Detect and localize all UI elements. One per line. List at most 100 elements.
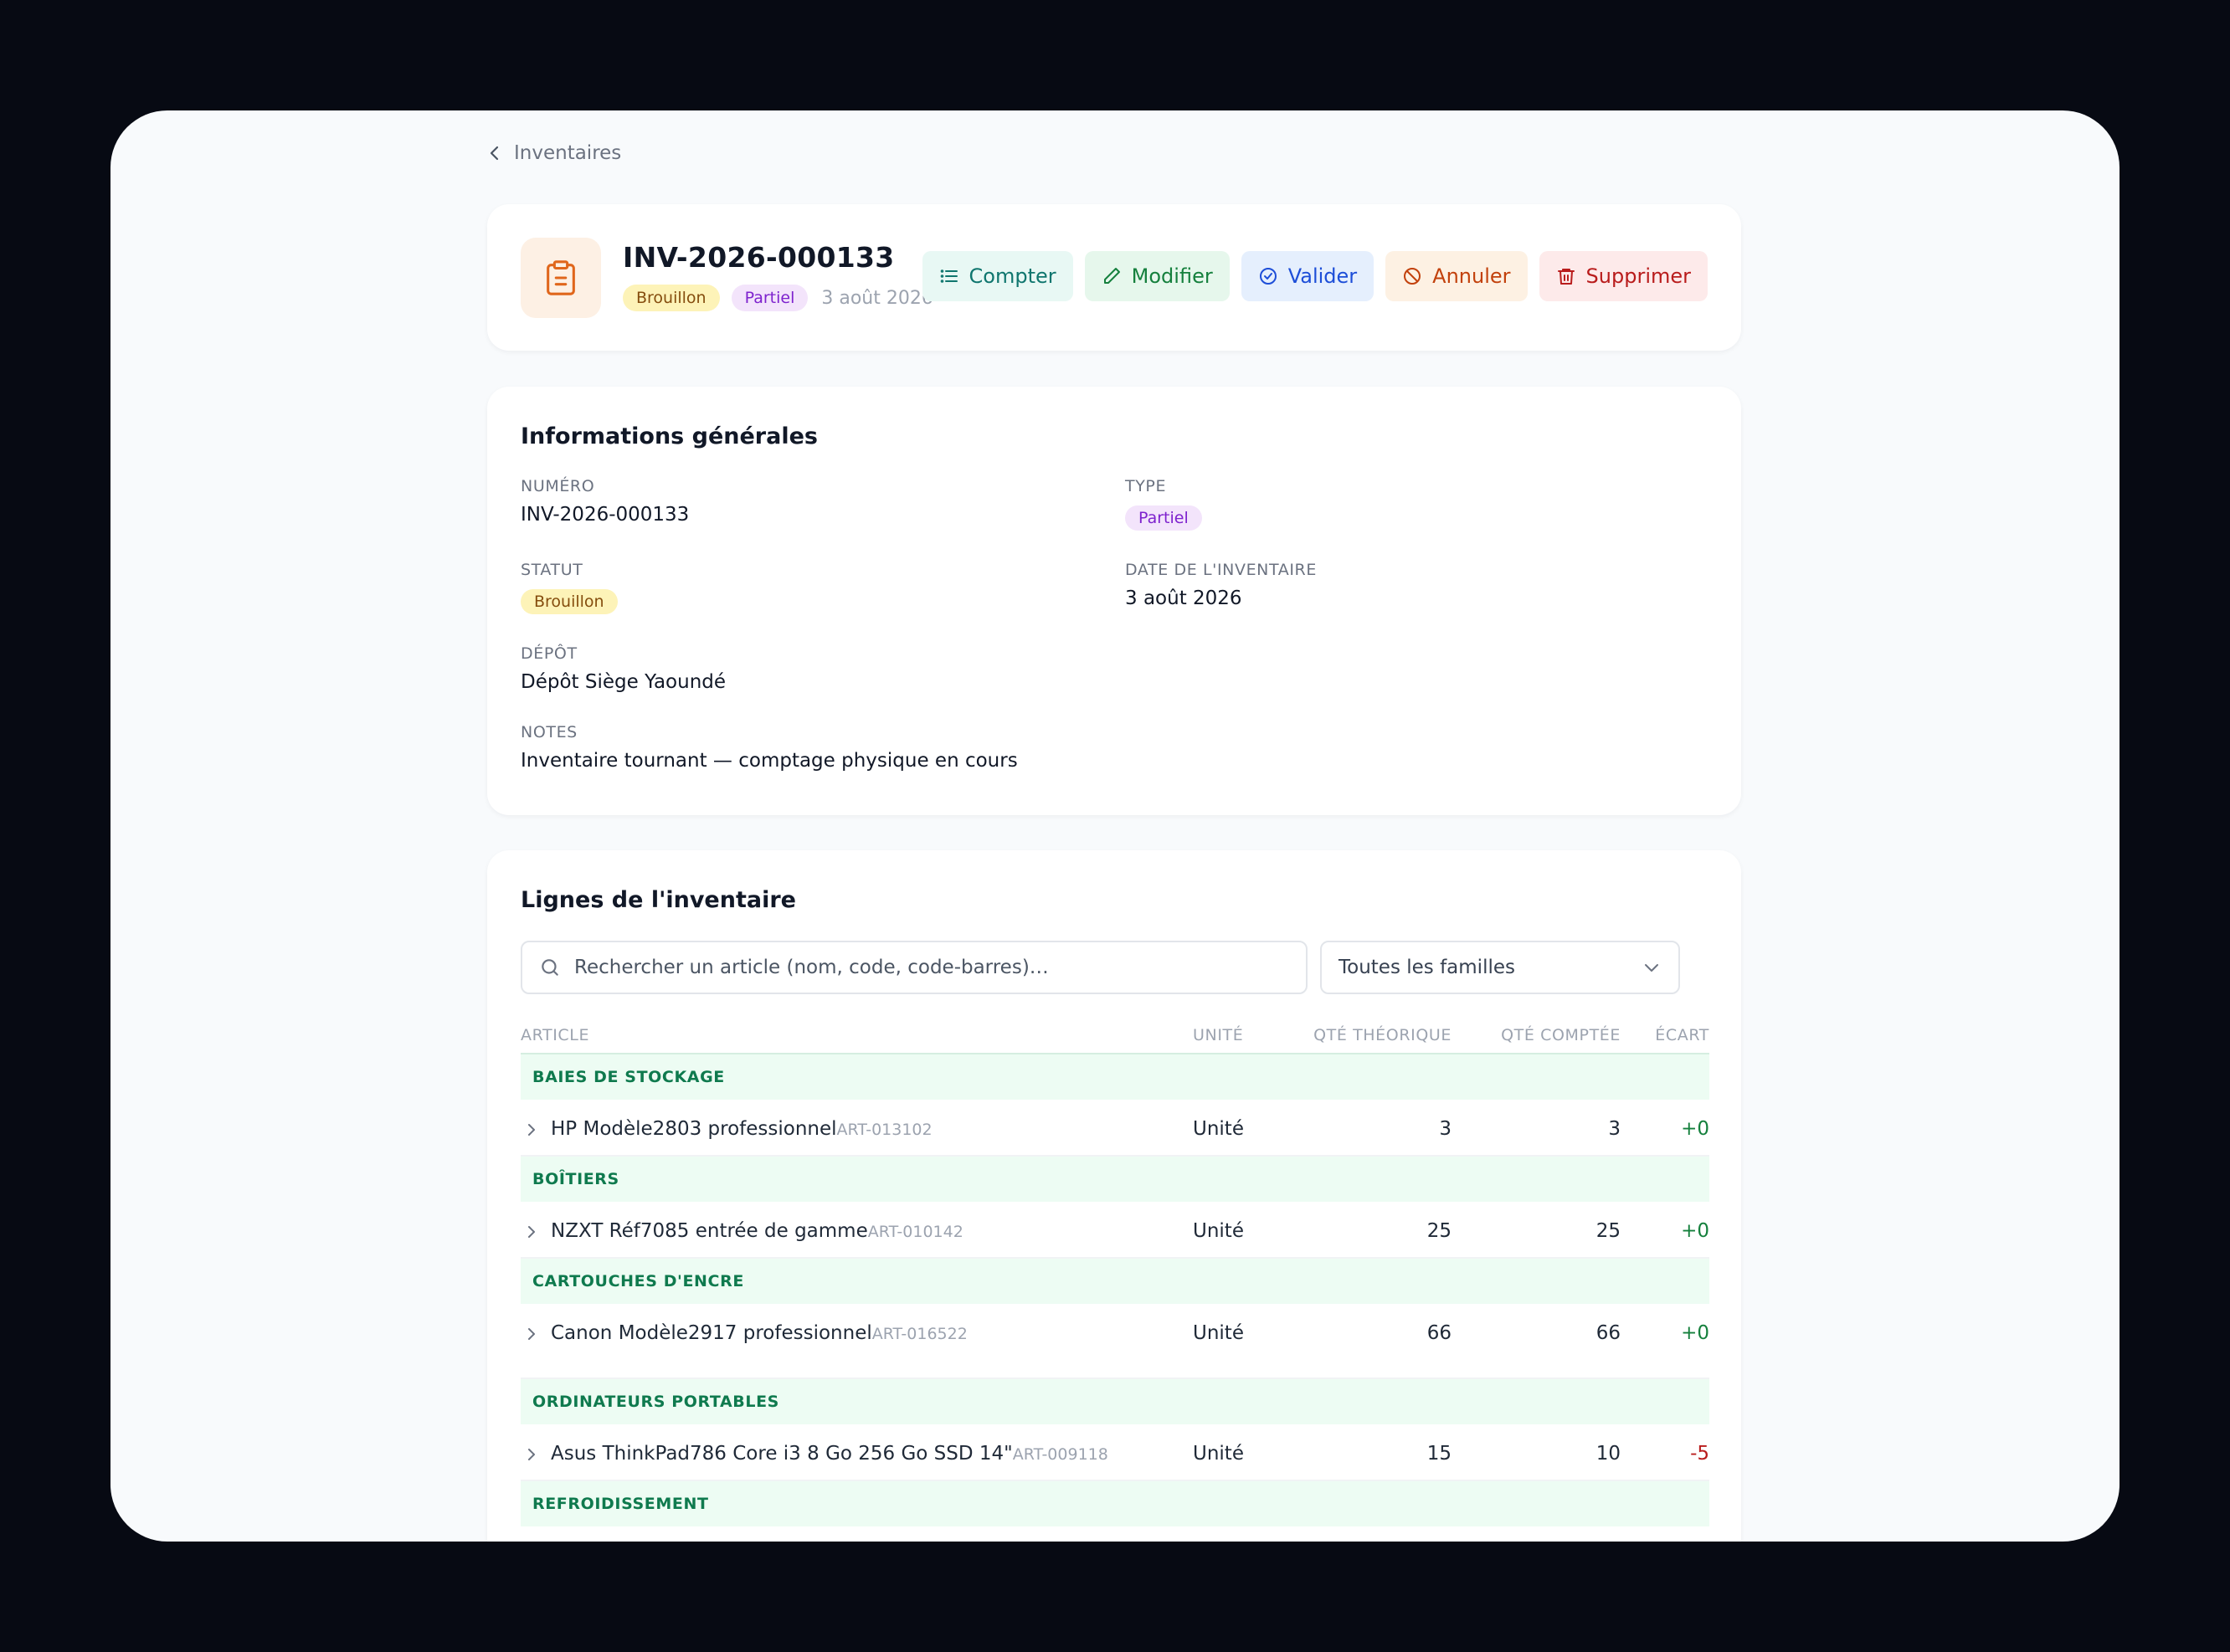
col-unit: UNITÉ [1193,1026,1244,1044]
theoretical-qty-cell: 25 [1426,1220,1452,1242]
depot-field: DÉPÔT Dépôt Siège Yaoundé [521,644,726,693]
breadcrumb-link[interactable]: Inventaires [514,142,621,164]
group-row: BAIES DE STOCKAGE [521,1054,1709,1100]
inventory-date: 3 août 2026 [821,287,933,309]
counted-qty-cell: 25 [1595,1220,1621,1242]
search-icon [542,959,558,976]
validate-button[interactable]: Valider [1241,251,1374,301]
table-row[interactable]: Asus ThinkPad786 Core i3 8 Go 256 Go SSD… [521,1424,1709,1481]
inventory-header-card: INV-2026-000133 Brouillon Partiel 3 août… [487,204,1741,351]
unit-cell: Unité [1193,1322,1244,1344]
theoretical-qty-cell: 3 [1439,1118,1452,1140]
group-label: ORDINATEURS PORTABLES [532,1393,779,1411]
depot-value: Dépôt Siège Yaoundé [521,671,727,693]
delete-button[interactable]: Supprimer [1539,251,1708,301]
group-label: BOÎTIERS [532,1170,619,1188]
header-meta: Brouillon Partiel 3 août 2026 [623,285,933,311]
type-badge: Partiel [731,285,809,311]
statut-label: STATUT [521,561,583,579]
unit-cell: Unité [1193,1443,1244,1465]
theoretical-qty-cell: 66 [1426,1322,1452,1344]
counted-qty-cell: 66 [1595,1322,1621,1344]
article-cell: Asus ThinkPad786 Core i3 8 Go 256 Go SSD… [551,1443,1108,1465]
group-label: BAIES DE STOCKAGE [532,1068,725,1086]
col-theoretical: QTÉ THÉORIQUE [1313,1026,1452,1044]
check-circle-icon [1259,268,1277,285]
clipboard-icon [521,238,601,318]
article-cell: HP Modèle2803 professionnelART-013102 [551,1118,933,1140]
group-row: REFROIDISSEMENT [521,1481,1709,1526]
search-input[interactable]: Rechercher un article (nom, code, code-b… [521,941,1308,994]
app-window: Inventaires INV-2026-000133 Brouillon Pa… [110,110,2120,1542]
theoretical-qty-cell: 15 [1426,1443,1452,1465]
group-label: REFROIDISSEMENT [532,1495,709,1513]
chevron-right-icon[interactable] [526,1122,537,1137]
chevron-right-icon[interactable] [526,1447,537,1462]
gap-cell: -5 [1690,1443,1709,1465]
inventory-table: ARTICLE UNITÉ QTÉ THÉORIQUE QTÉ COMPTÉE … [521,1009,1709,1526]
col-counted: QTÉ COMPTÉE [1501,1026,1621,1044]
gap-cell: +0 [1681,1220,1709,1242]
date-value: 3 août 2026 [1125,587,1242,609]
article-name: HP Modèle2803 professionnel [551,1118,837,1140]
counted-qty-cell: 10 [1595,1443,1621,1465]
type-label: TYPE [1125,477,1167,495]
gap-cell: +0 [1681,1118,1709,1140]
breadcrumb[interactable]: Inventaires [487,142,621,164]
validate-button-label: Valider [1287,264,1358,288]
unit-cell: Unité [1193,1220,1244,1242]
cancel-button-label: Annuler [1432,264,1511,288]
col-gap: ÉCART [1655,1026,1709,1044]
edit-button[interactable]: Modifier [1084,251,1230,301]
notes-label: NOTES [521,723,578,741]
chevron-right-icon[interactable] [526,1326,537,1342]
article-name: Canon Modèle2917 professionnel [551,1322,872,1344]
table-header: ARTICLE UNITÉ QTÉ THÉORIQUE QTÉ COMPTÉE … [521,1009,1709,1054]
search-placeholder: Rechercher un article (nom, code, code-b… [574,957,1049,978]
numero-field: NUMÉRO INV-2026-000133 [521,477,689,526]
ban-icon [1404,268,1421,285]
type-field: TYPE Partiel [1125,477,1202,531]
chevron-left-icon [490,146,499,161]
family-select[interactable]: Toutes les familles [1320,941,1680,994]
depot-label: DÉPÔT [521,644,578,663]
statut-field: STATUT Brouillon [521,561,618,614]
count-button-label: Compter [969,264,1056,288]
table-row[interactable]: NZXT Réf7085 entrée de gammeART-010142 U… [521,1202,1709,1259]
edit-button-label: Modifier [1131,264,1213,288]
list-icon [940,269,958,283]
numero-label: NUMÉRO [521,477,595,495]
article-code: ART-016522 [871,1325,968,1343]
page-title: INV-2026-000133 [623,241,895,274]
col-article: ARTICLE [521,1026,590,1044]
delete-button-label: Supprimer [1585,264,1691,288]
family-select-value: Toutes les familles [1339,957,1515,978]
chevron-right-icon[interactable] [526,1224,537,1239]
chevron-down-icon [1645,964,1658,972]
table-row[interactable]: HP Modèle2803 professionnelART-013102 Un… [521,1100,1709,1157]
status-badge: Brouillon [623,285,720,311]
pencil-icon [1103,268,1120,284]
group-label: CARTOUCHES D'ENCRE [532,1272,744,1290]
gap-cell: +0 [1681,1322,1709,1344]
group-row: CARTOUCHES D'ENCRE [521,1259,1709,1304]
date-label: DATE DE L'INVENTAIRE [1125,561,1317,579]
counted-qty-cell: 3 [1608,1118,1621,1140]
group-row: ORDINATEURS PORTABLES [521,1379,1709,1424]
article-cell: Canon Modèle2917 professionnelART-016522 [551,1322,968,1344]
general-info-card: Informations générales NUMÉRO INV-2026-0… [487,387,1741,815]
article-code: ART-013102 [836,1121,933,1139]
inventory-lines-card: Lignes de l'inventaire Rechercher un art… [487,850,1741,1542]
numero-value: INV-2026-000133 [521,504,690,526]
article-cell: NZXT Réf7085 entrée de gammeART-010142 [551,1220,963,1242]
count-button[interactable]: Compter [922,251,1073,301]
group-row: BOÎTIERS [521,1157,1709,1202]
date-field: DATE DE L'INVENTAIRE 3 août 2026 [1125,561,1317,609]
general-info-title: Informations générales [521,423,818,449]
table-row[interactable]: Canon Modèle2917 professionnelART-016522… [521,1304,1709,1379]
cancel-button[interactable]: Annuler [1385,251,1528,301]
notes-value: Inventaire tournant — comptage physique … [521,750,1018,772]
lines-title: Lignes de l'inventaire [521,887,796,913]
statut-value-badge: Brouillon [521,589,618,614]
notes-field: NOTES Inventaire tournant — comptage phy… [521,723,1018,772]
